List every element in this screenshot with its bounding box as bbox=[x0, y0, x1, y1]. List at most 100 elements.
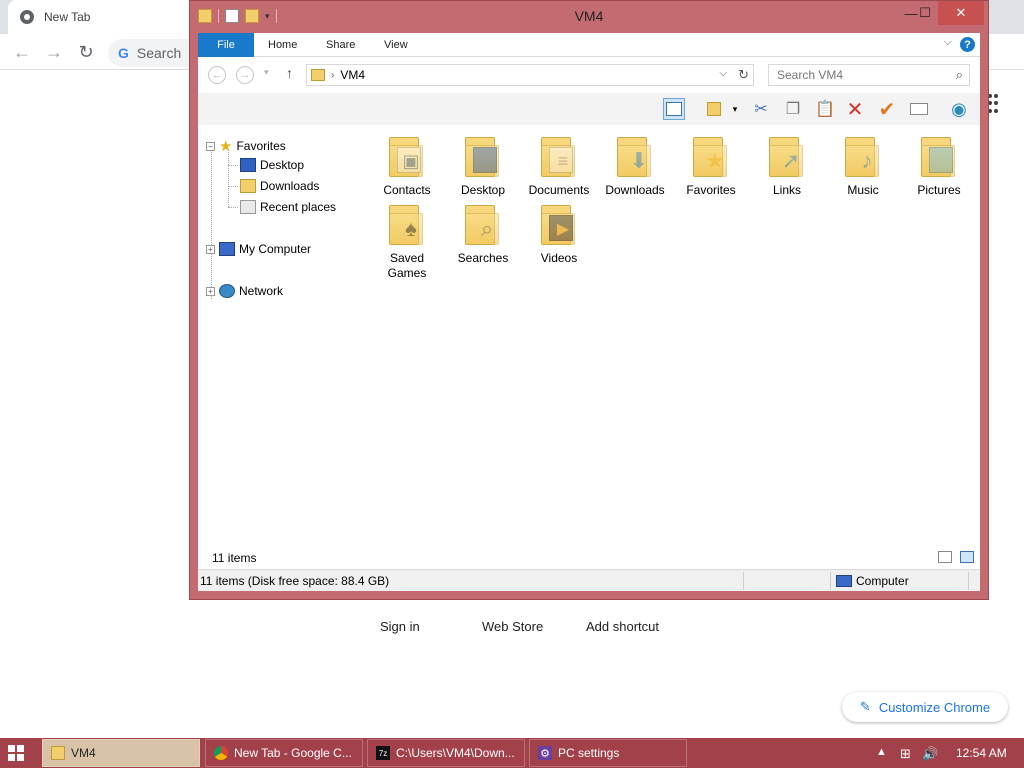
customize-chrome-button[interactable]: ✎ Customize Chrome bbox=[842, 692, 1008, 722]
omnibox-text: Search bbox=[136, 45, 182, 61]
window-titlebar[interactable]: ▾ VM4 — ☐ ✕ bbox=[190, 1, 988, 33]
task-7zip[interactable]: 7z C:\Users\VM4\Down... bbox=[367, 739, 525, 767]
refresh-icon[interactable]: ↻ bbox=[738, 67, 749, 83]
nav-favorites[interactable]: − ★ Favorites bbox=[206, 137, 286, 155]
folder-pictures[interactable]: Pictures bbox=[901, 133, 977, 198]
nav-downloads[interactable]: Downloads bbox=[240, 179, 319, 193]
chrome-tab-new-tab[interactable]: New Tab bbox=[8, 0, 208, 34]
folder-saved-games[interactable]: ♠ Saved Games bbox=[369, 201, 445, 281]
nav-network[interactable]: + Network bbox=[206, 284, 283, 298]
nav-desktop-label: Desktop bbox=[260, 158, 305, 172]
omnibox[interactable]: G Search bbox=[108, 39, 198, 67]
collapse-icon[interactable]: − bbox=[206, 141, 215, 151]
computer-icon bbox=[219, 242, 235, 256]
items-status: 11 items bbox=[198, 547, 980, 569]
forward-arrow-icon[interactable]: → bbox=[42, 40, 66, 64]
forward-icon[interactable]: → bbox=[236, 66, 254, 84]
folder-music[interactable]: ♪ Music bbox=[825, 133, 901, 198]
explorer-icon bbox=[51, 746, 65, 760]
google-g-icon: G bbox=[118, 45, 129, 61]
computer-icon bbox=[836, 575, 852, 587]
chrome-icon bbox=[214, 746, 228, 760]
folder-desktop[interactable]: Desktop bbox=[445, 133, 521, 198]
recent-places-icon bbox=[240, 200, 256, 214]
task-chrome[interactable]: New Tab - Google C... bbox=[205, 739, 363, 767]
address-folder-icon bbox=[311, 69, 325, 81]
window-title: VM4 bbox=[574, 8, 604, 24]
select-dropdown-icon[interactable]: ▾ bbox=[724, 98, 746, 120]
desktop-icon bbox=[240, 158, 256, 172]
help-icon[interactable]: ? bbox=[960, 37, 975, 52]
address-row: ← → ▾ ↑ › VM4 ⌵ ↻ Search VM4 ⌕ bbox=[198, 57, 980, 93]
reload-icon[interactable]: ↻ bbox=[74, 40, 98, 64]
status-text: 11 items (Disk free space: 88.4 GB) bbox=[200, 574, 390, 588]
nav-downloads-label: Downloads bbox=[260, 179, 320, 193]
close-button[interactable]: ✕ bbox=[938, 1, 984, 25]
nav-my-computer[interactable]: + My Computer bbox=[206, 242, 311, 256]
delete-icon[interactable]: ✕ bbox=[844, 98, 866, 121]
explorer-window: ▾ VM4 — ☐ ✕ File Home Share View ⌵ ? ← →… bbox=[189, 0, 989, 600]
task-pc-settings[interactable]: ⚙ PC settings bbox=[529, 739, 687, 767]
preview-pane-icon[interactable] bbox=[663, 98, 685, 120]
up-arrow-icon[interactable]: ↑ bbox=[286, 65, 293, 81]
back-arrow-icon[interactable]: ← bbox=[10, 40, 34, 64]
chrome-apps-grid-icon[interactable] bbox=[988, 94, 1000, 114]
nav-network-label: Network bbox=[239, 284, 284, 298]
expand-icon[interactable]: + bbox=[206, 244, 215, 254]
nav-recent-places[interactable]: Recent places bbox=[240, 200, 336, 214]
tab-view[interactable]: View bbox=[370, 33, 422, 57]
globe-icon[interactable]: ◉ bbox=[948, 98, 970, 120]
favorites-star-icon: ★ bbox=[219, 138, 233, 155]
recent-locations-icon[interactable]: ▾ bbox=[264, 67, 269, 78]
expand-ribbon-icon[interactable]: ⌵ bbox=[944, 36, 952, 49]
taskbar: VM4 New Tab - Google C... 7z C:\Users\VM… bbox=[0, 738, 1024, 768]
tab-file[interactable]: File bbox=[198, 33, 254, 57]
downloads-folder-icon bbox=[240, 179, 256, 193]
search-input[interactable]: Search VM4 ⌕ bbox=[768, 64, 970, 86]
nav-my-computer-label: My Computer bbox=[239, 242, 312, 256]
maximize-button[interactable]: ☐ bbox=[910, 1, 940, 25]
rename-checkmark-icon[interactable]: ✔ bbox=[876, 98, 898, 121]
back-icon[interactable]: ← bbox=[208, 66, 226, 84]
cut-icon[interactable]: ✂ bbox=[750, 98, 772, 120]
network-icon bbox=[219, 284, 235, 298]
ntp-sign-in-link[interactable]: Sign in bbox=[380, 619, 420, 634]
search-placeholder: Search VM4 bbox=[777, 68, 844, 82]
properties-toolbar-icon[interactable] bbox=[908, 98, 930, 120]
folder-videos[interactable]: ▶ Videos bbox=[521, 201, 597, 266]
folder-documents[interactable]: ≡ Documents bbox=[521, 133, 597, 198]
select-all-icon[interactable] bbox=[703, 98, 725, 120]
navigation-pane: − ★ Favorites Desktop Downloads Recent p… bbox=[198, 125, 356, 567]
windows-start-icon[interactable] bbox=[8, 745, 24, 761]
details-view-icon[interactable] bbox=[938, 551, 952, 563]
status-bar: 11 items (Disk free space: 88.4 GB) Comp… bbox=[198, 569, 980, 591]
folder-downloads[interactable]: ⬇ Downloads bbox=[597, 133, 673, 198]
folder-links[interactable]: ➚ Links bbox=[749, 133, 825, 198]
customize-chrome-label: Customize Chrome bbox=[878, 699, 991, 715]
chrome-logo-icon bbox=[20, 10, 34, 24]
pencil-icon: ✎ bbox=[859, 699, 871, 714]
folder-searches[interactable]: ⌕ Searches bbox=[445, 201, 521, 266]
gear-icon: ⚙ bbox=[538, 746, 552, 760]
address-bar[interactable]: › VM4 ⌵ ↻ bbox=[306, 64, 754, 86]
address-dropdown-icon[interactable]: ⌵ bbox=[719, 68, 727, 79]
copy-icon[interactable]: ❐ bbox=[782, 98, 804, 120]
paste-icon[interactable]: 📋 bbox=[814, 98, 836, 120]
network-tray-icon[interactable]: ⊞ bbox=[900, 746, 911, 762]
clock[interactable]: 12:54 AM bbox=[956, 746, 1007, 760]
task-explorer[interactable]: VM4 bbox=[42, 739, 200, 767]
tray-chevron-icon[interactable]: ▲ bbox=[876, 746, 887, 758]
large-icons-view-icon[interactable] bbox=[960, 551, 974, 563]
volume-icon[interactable]: 🔊 bbox=[922, 746, 938, 762]
expand-icon[interactable]: + bbox=[206, 286, 215, 296]
ntp-add-shortcut-link[interactable]: Add shortcut bbox=[586, 619, 659, 634]
item-count: 11 items bbox=[212, 551, 257, 565]
nav-desktop[interactable]: Desktop bbox=[240, 158, 304, 172]
ribbon-tabs: File Home Share View ⌵ ? bbox=[198, 33, 980, 57]
ntp-web-store-link[interactable]: Web Store bbox=[482, 619, 543, 634]
address-path: VM4 bbox=[340, 68, 366, 82]
folder-contacts[interactable]: ▣ Contacts bbox=[369, 133, 445, 198]
tab-share[interactable]: Share bbox=[312, 33, 369, 57]
tab-home[interactable]: Home bbox=[254, 33, 311, 57]
folder-favorites[interactable]: ★ Favorites bbox=[673, 133, 749, 198]
